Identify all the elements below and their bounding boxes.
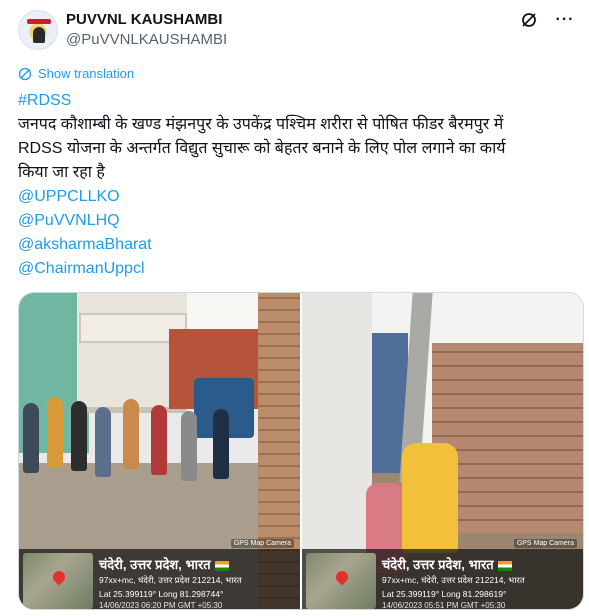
gps-place-text: चंदेरी, उत्तर प्रदेश, भारत bbox=[382, 557, 494, 572]
photo-left[interactable]: GPS Map Camera चंदेरी, उत्तर प्रदेश, भार… bbox=[19, 293, 300, 609]
account-name[interactable]: PUVVNL KAUSHAMBI bbox=[66, 11, 222, 28]
person bbox=[95, 407, 111, 477]
mention-link[interactable]: @aksharmaBharat bbox=[18, 233, 573, 257]
person bbox=[151, 405, 167, 475]
map-pin-icon bbox=[50, 568, 68, 586]
photo-right[interactable]: GPS Map Camera चंदेरी, उत्तर प्रदेश, भार… bbox=[302, 293, 583, 609]
person bbox=[123, 399, 139, 469]
tweet-body-line: RDSS योजना के अन्तर्गत विद्युत सुचारू को… bbox=[18, 140, 506, 157]
show-translation-link[interactable]: Show translation bbox=[18, 66, 134, 81]
slashed-circle-icon[interactable] bbox=[519, 10, 539, 30]
tweet-body-line: जनपद कौशाम्बी के खण्ड मंझनपुर के उपकेंद्… bbox=[18, 116, 504, 133]
gps-place-text: चंदेरी, उत्तर प्रदेश, भारत bbox=[99, 557, 211, 572]
mention-link[interactable]: @ChairmanUppcl bbox=[18, 257, 573, 281]
avatar-figure bbox=[33, 27, 45, 43]
media-grid: GPS Map Camera चंदेरी, उत्तर प्रदेश, भार… bbox=[18, 292, 584, 610]
gps-address: 97xx+mc, चंदेरी, उत्तर प्रदेश 212214, भा… bbox=[382, 575, 525, 585]
show-translation-label: Show translation bbox=[38, 66, 135, 81]
account-handle[interactable]: @PuVVNLKAUSHAMBI bbox=[66, 31, 227, 48]
gps-time: 14/06/2023 05:51 PM GMT +05:30 bbox=[382, 601, 506, 609]
avatar-banner bbox=[27, 19, 51, 24]
map-thumbnail bbox=[306, 553, 376, 609]
globe-icon bbox=[18, 67, 32, 80]
avatar[interactable] bbox=[18, 10, 58, 50]
gps-coords: Lat 25.399119° Long 81.298619° bbox=[382, 589, 507, 599]
india-flag-icon bbox=[214, 560, 229, 571]
mention-link[interactable]: @UPPCLLKO bbox=[18, 185, 573, 209]
map-pin-icon bbox=[333, 568, 351, 586]
more-dots-icon[interactable]: ··· bbox=[555, 10, 575, 30]
tweet-text: #RDSS जनपद कौशाम्बी के खण्ड मंझनपुर के उ… bbox=[18, 89, 573, 281]
gps-time: 14/06/2023 06:20 PM GMT +05:30 bbox=[99, 601, 223, 609]
person bbox=[181, 411, 197, 481]
gps-place: चंदेरी, उत्तर प्रदेश, भारत bbox=[382, 555, 512, 573]
person bbox=[213, 409, 229, 479]
hashtag-link[interactable]: #RDSS bbox=[18, 89, 573, 113]
india-flag-icon bbox=[497, 560, 512, 571]
person bbox=[23, 403, 39, 473]
gps-overlay: चंदेरी, उत्तर प्रदेश, भारत 97xx+mc, चंदे… bbox=[302, 549, 583, 609]
header-actions: ··· bbox=[519, 10, 575, 30]
gps-place: चंदेरी, उत्तर प्रदेश, भारत bbox=[99, 555, 229, 573]
tweet-body-line: किया जा रहा है bbox=[18, 164, 105, 181]
person bbox=[47, 397, 63, 467]
map-thumbnail bbox=[23, 553, 93, 609]
gps-address: 97xx+mc, चंदेरी, उत्तर प्रदेश 212214, भा… bbox=[99, 575, 242, 585]
gps-camera-tag: GPS Map Camera bbox=[230, 539, 294, 548]
tweet-card: PUVVNL KAUSHAMBI @PuVVNLKAUSHAMBI ··· Sh… bbox=[0, 0, 589, 616]
person bbox=[402, 443, 458, 553]
more-label: ··· bbox=[555, 11, 575, 28]
gps-camera-tag: GPS Map Camera bbox=[513, 539, 577, 548]
mention-link[interactable]: @PuVVNLHQ bbox=[18, 209, 573, 233]
gps-overlay: चंदेरी, उत्तर प्रदेश, भारत 97xx+mc, चंदे… bbox=[19, 549, 300, 609]
crowd bbox=[23, 383, 253, 503]
gps-coords: Lat 25.399119° Long 81.298744° bbox=[99, 589, 224, 599]
person bbox=[71, 401, 87, 471]
